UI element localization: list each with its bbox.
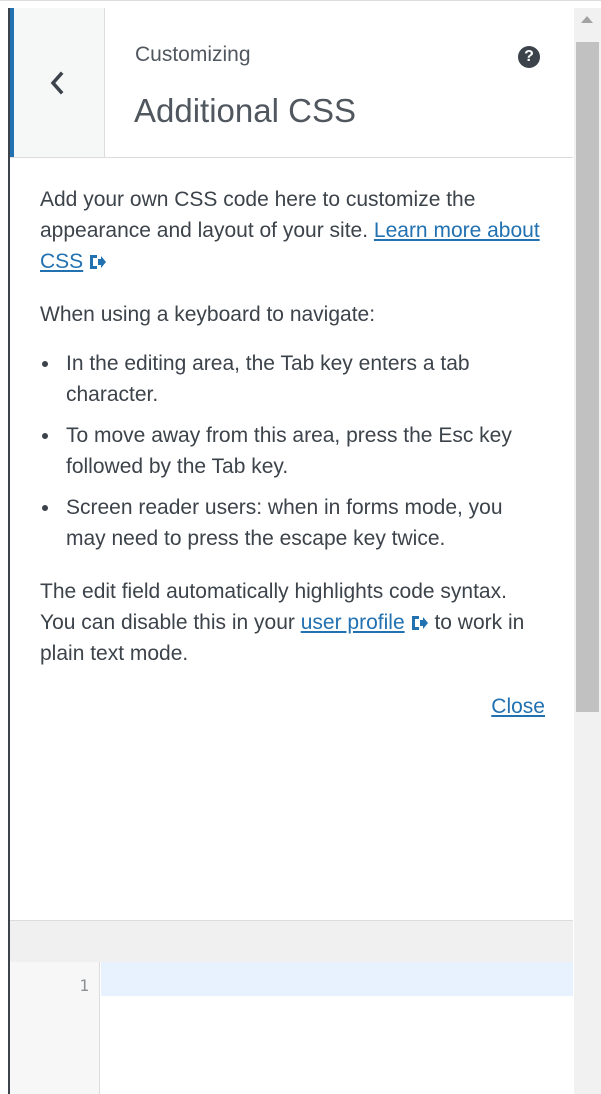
line-number: 1: [79, 976, 89, 995]
intro-paragraph: Add your own CSS code here to customize …: [40, 184, 545, 277]
external-link-icon: [90, 255, 107, 269]
line-number-gutter: 1: [10, 962, 100, 1094]
close-link[interactable]: Close: [491, 695, 545, 718]
section-title: Additional CSS: [134, 92, 356, 129]
keyboard-tips-list: In the editing area, the Tab key enters …: [40, 348, 545, 554]
css-code-editor[interactable]: 1: [10, 962, 573, 1094]
vertical-scrollbar[interactable]: [574, 8, 601, 1094]
customizer-window: Customizing Additional CSS ? Add your ow…: [0, 0, 601, 1094]
editor-top-bar: [10, 920, 573, 962]
syntax-paragraph: The edit field automatically highlights …: [40, 576, 545, 669]
help-icon[interactable]: ?: [518, 46, 540, 68]
section-description: Add your own CSS code here to customize …: [40, 184, 545, 722]
list-item: To move away from this area, press the E…: [42, 420, 545, 482]
close-row: Close: [40, 691, 545, 722]
list-item: In the editing area, the Tab key enters …: [42, 348, 545, 410]
list-item: Screen reader users: when in forms mode,…: [42, 492, 545, 554]
active-code-line[interactable]: [101, 962, 573, 996]
customizer-panel: Customizing Additional CSS ? Add your ow…: [8, 8, 573, 1094]
section-header: Customizing Additional CSS ?: [10, 8, 573, 158]
customizing-label: Customizing: [135, 43, 251, 66]
scroll-thumb[interactable]: [576, 42, 599, 712]
user-profile-link[interactable]: user profile: [301, 611, 405, 634]
keyboard-heading: When using a keyboard to navigate:: [40, 303, 376, 326]
external-link-icon: [411, 616, 428, 630]
back-button[interactable]: [10, 8, 105, 157]
chevron-left-icon: [50, 71, 64, 95]
top-border: [0, 0, 601, 7]
scroll-up-arrow-icon[interactable]: [581, 16, 593, 23]
